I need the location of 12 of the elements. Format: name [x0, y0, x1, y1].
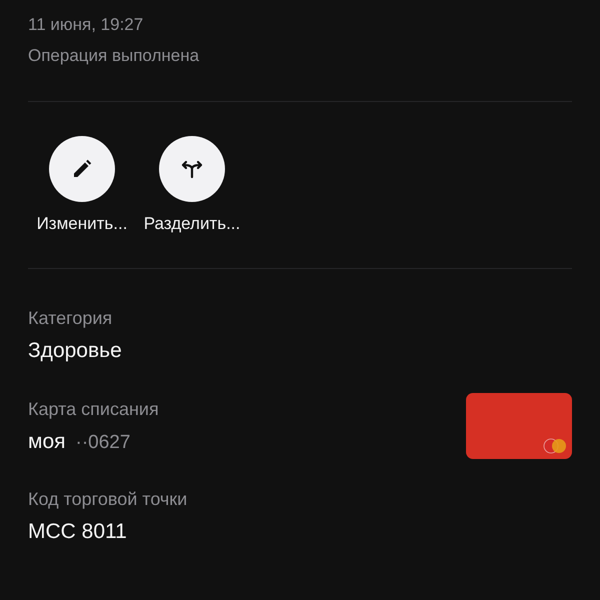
date-time: 11 июня, 19:27	[28, 14, 144, 36]
field-label: Категория	[28, 307, 114, 329]
field-label: Код торговой точки	[28, 488, 188, 510]
split-button[interactable]: Разделить...	[142, 136, 242, 234]
edit-button[interactable]: Изменить...	[32, 136, 132, 234]
field-label: Карта списания	[28, 398, 159, 420]
field-value: моя	[28, 428, 66, 454]
status-text: Операция выполнена	[28, 45, 200, 67]
field-value: Здоровье	[28, 338, 122, 364]
card-number: ··0627	[76, 432, 130, 454]
card-logo-icon	[542, 437, 568, 455]
field-value: MCC 8011	[28, 519, 128, 545]
